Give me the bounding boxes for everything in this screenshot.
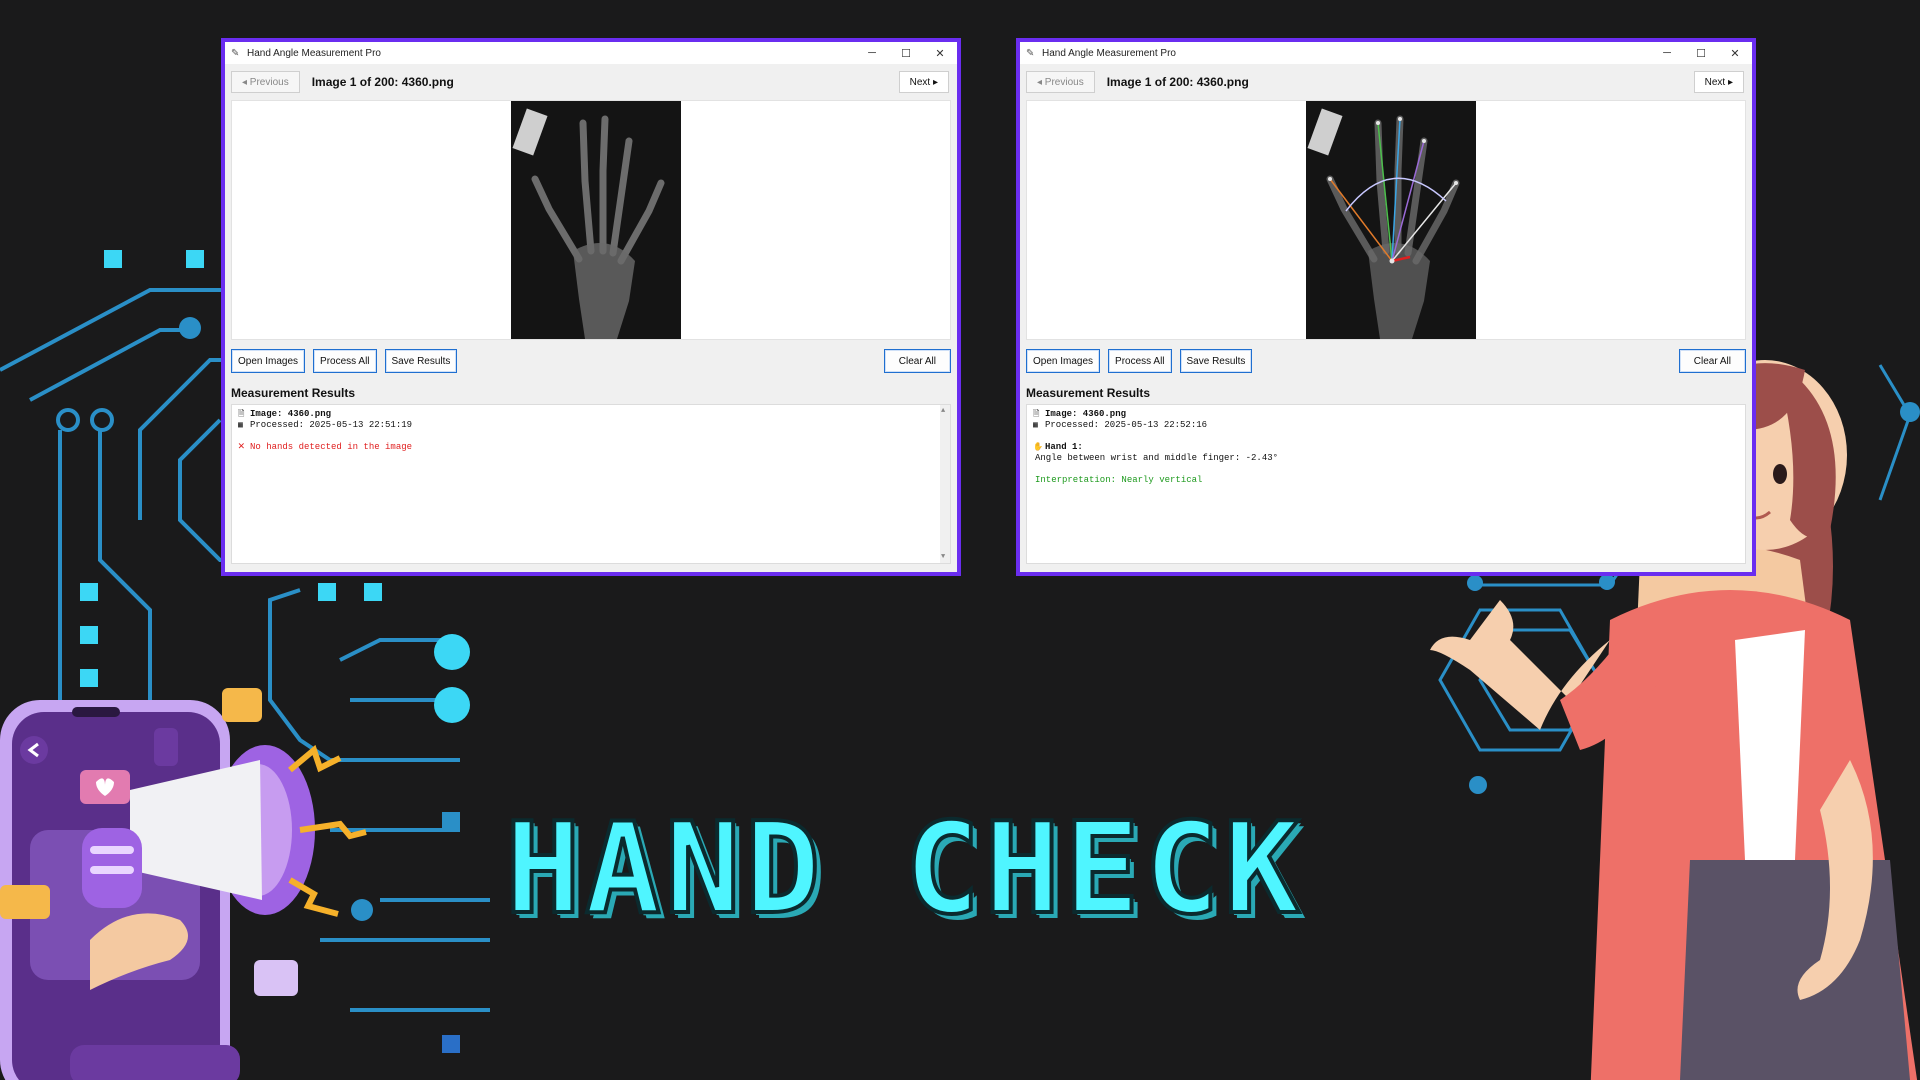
calendar-icon: ▦	[1033, 421, 1038, 430]
results-heading: Measurement Results	[231, 386, 356, 400]
close-icon[interactable]: ✕	[1718, 47, 1752, 60]
navigation-bar: ◂ Previous Image 1 of 200: 4360.png Next…	[1020, 64, 1752, 100]
image-counter-label: Image 1 of 200: 4360.png	[311, 75, 454, 89]
result-interpretation: Interpretation: Nearly vertical	[1035, 475, 1203, 485]
title-bar: ✎ Hand Angle Measurement Pro ─ ☐ ✕	[225, 42, 957, 64]
scroll-up-icon[interactable]: ▲	[941, 407, 945, 415]
save-results-button[interactable]: Save Results	[384, 349, 458, 373]
hand-xray-image	[511, 101, 681, 339]
next-button[interactable]: Next ▸	[898, 71, 949, 93]
file-icon: 🗎	[238, 410, 245, 419]
image-counter-label: Image 1 of 200: 4360.png	[1106, 75, 1249, 89]
maximize-icon[interactable]: ☐	[889, 47, 923, 60]
open-images-button[interactable]: Open Images	[231, 349, 306, 373]
calendar-icon: ▦	[238, 421, 243, 430]
clear-all-button[interactable]: Clear All	[1678, 349, 1746, 373]
app-window-before: ✎ Hand Angle Measurement Pro ─ ☐ ✕ ◂ Pre…	[221, 38, 961, 576]
previous-button[interactable]: ◂ Previous	[231, 71, 300, 93]
results-heading: Measurement Results	[1026, 386, 1151, 400]
result-error-message: No hands detected in the image	[250, 442, 413, 452]
navigation-bar: ◂ Previous Image 1 of 200: 4360.png Next…	[225, 64, 957, 100]
feather-app-icon: ✎	[231, 47, 240, 59]
hand-xray-icon	[511, 101, 681, 339]
vertical-scrollbar[interactable]: ▲ ▼	[940, 405, 950, 563]
error-x-icon: ✕	[238, 441, 245, 453]
result-angle: Angle between wrist and middle finger: -…	[1035, 453, 1279, 463]
hand-check-headline: HAND CHECK	[503, 793, 1304, 944]
maximize-icon[interactable]: ☐	[1684, 47, 1718, 60]
hand-landmarks-xray-icon	[1306, 101, 1476, 339]
window-title: Hand Angle Measurement Pro	[1042, 47, 1176, 59]
app-window-after: ✎ Hand Angle Measurement Pro ─ ☐ ✕ ◂ Pre…	[1016, 38, 1756, 576]
result-processed-time: Processed: 2025-05-13 22:51:19	[250, 420, 413, 430]
results-text-area[interactable]: 🗎 Image: 4360.png ▦ Processed: 2025-05-13 …	[1026, 404, 1746, 564]
action-toolbar: Open Images Process All Save Results Cle…	[225, 340, 957, 382]
hand-icon: ✋	[1033, 443, 1043, 452]
result-hand-label: Hand 1:	[1045, 442, 1083, 452]
title-bar: ✎ Hand Angle Measurement Pro ─ ☐ ✕	[1020, 42, 1752, 64]
image-canvas	[231, 100, 951, 340]
result-processed-time: Processed: 2025-05-13 22:52:16	[1045, 420, 1208, 430]
file-icon: 🗎	[1033, 410, 1040, 419]
process-all-button[interactable]: Process All	[1108, 349, 1172, 373]
minimize-icon[interactable]: ─	[855, 47, 889, 59]
next-button[interactable]: Next ▸	[1693, 71, 1744, 93]
result-image-name: Image: 4360.png	[1045, 409, 1127, 419]
results-text-area[interactable]: 🗎 Image: 4360.png ▦ Processed: 2025-05-13 …	[231, 404, 951, 564]
annotated-hand-xray-image	[1306, 101, 1476, 339]
feather-app-icon: ✎	[1026, 47, 1035, 59]
result-image-name: Image: 4360.png	[250, 409, 332, 419]
window-title: Hand Angle Measurement Pro	[247, 47, 381, 59]
previous-button[interactable]: ◂ Previous	[1026, 71, 1095, 93]
open-images-button[interactable]: Open Images	[1026, 349, 1101, 373]
scroll-down-icon[interactable]: ▼	[941, 553, 945, 561]
clear-all-button[interactable]: Clear All	[883, 349, 951, 373]
process-all-button[interactable]: Process All	[313, 349, 377, 373]
close-icon[interactable]: ✕	[923, 47, 957, 60]
minimize-icon[interactable]: ─	[1650, 47, 1684, 59]
image-canvas	[1026, 100, 1746, 340]
save-results-button[interactable]: Save Results	[1179, 349, 1253, 373]
action-toolbar: Open Images Process All Save Results Cle…	[1020, 340, 1752, 382]
